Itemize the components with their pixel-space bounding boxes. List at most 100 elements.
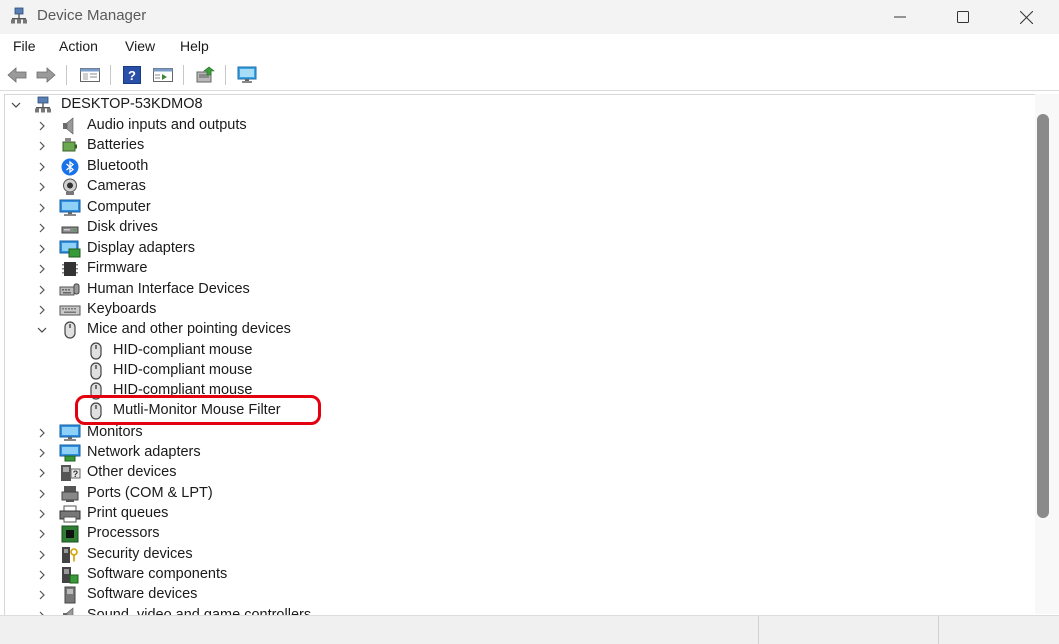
tree-category-security-devices[interactable]: Security devices — [5, 545, 1035, 565]
tree-category-other-devices[interactable]: ? Other devices — [5, 463, 1035, 483]
scan-hardware-button[interactable] — [236, 64, 258, 86]
tree-category-label: Print queues — [87, 505, 169, 521]
tree-category-mice[interactable]: Mice and other pointing devices — [5, 320, 1035, 340]
chevron-right-icon[interactable] — [37, 570, 47, 580]
software-component-icon — [62, 567, 79, 584]
chevron-right-icon[interactable] — [37, 141, 47, 151]
other-devices-icon: ? — [61, 465, 81, 481]
tree-category-label: Firmware — [87, 260, 148, 276]
forward-button[interactable] — [35, 64, 57, 86]
show-hide-console-tree-button[interactable] — [79, 64, 101, 86]
toolbar-separator — [110, 65, 111, 85]
firmware-icon — [62, 262, 78, 276]
console-tree-icon — [80, 68, 100, 82]
port-icon — [61, 486, 79, 502]
back-button[interactable] — [6, 64, 28, 86]
monitor-icon — [59, 424, 81, 441]
tree-category-computer[interactable]: Computer — [5, 198, 1035, 218]
tree-category-processors[interactable]: Processors — [5, 524, 1035, 544]
chevron-right-icon[interactable] — [37, 264, 47, 274]
highlight-box — [75, 395, 321, 425]
tree-device-hid-mouse-2[interactable]: HID-compliant mouse — [5, 361, 1035, 381]
tree-root-computer[interactable]: DESKTOP-53KDMO8 — [5, 95, 1035, 115]
tree-category-label: Computer — [87, 199, 151, 215]
keyboard-icon — [59, 305, 81, 316]
chevron-right-icon[interactable] — [37, 244, 47, 254]
tree-category-firmware[interactable]: Firmware — [5, 259, 1035, 279]
tree-category-network-adapters[interactable]: Network adapters — [5, 443, 1035, 463]
chevron-right-icon[interactable] — [37, 305, 47, 315]
scrollbar-thumb[interactable] — [1037, 114, 1049, 518]
bluetooth-icon — [61, 158, 79, 176]
window-title: Device Manager — [37, 7, 147, 24]
tree-category-cameras[interactable]: Cameras — [5, 177, 1035, 197]
processor-icon — [61, 525, 79, 543]
mouse-icon — [64, 321, 76, 339]
tree-category-print-queues[interactable]: Print queues — [5, 504, 1035, 524]
toolbar-separator — [225, 65, 226, 85]
device-manager-icon — [11, 7, 27, 24]
chevron-right-icon[interactable] — [37, 285, 47, 295]
tree-category-ports[interactable]: Ports (COM & LPT) — [5, 484, 1035, 504]
chevron-right-icon[interactable] — [37, 121, 47, 131]
minimize-button[interactable] — [877, 0, 923, 34]
computer-icon — [59, 199, 81, 216]
tree-category-label: Display adapters — [87, 240, 195, 256]
mouse-icon — [90, 362, 102, 380]
display-adapter-icon — [59, 240, 81, 258]
chevron-right-icon[interactable] — [37, 428, 47, 438]
properties-pane-icon — [153, 68, 173, 82]
tree-category-bluetooth[interactable]: Bluetooth — [5, 157, 1035, 177]
chevron-right-icon[interactable] — [37, 182, 47, 192]
chevron-right-icon[interactable] — [37, 590, 47, 600]
chevron-right-icon[interactable] — [37, 489, 47, 499]
tree-category-keyboards[interactable]: Keyboards — [5, 300, 1035, 320]
tree-category-software-components[interactable]: Software components — [5, 565, 1035, 585]
maximize-button[interactable] — [940, 0, 986, 34]
chevron-down-icon[interactable] — [11, 100, 21, 110]
tree-category-label: Bluetooth — [87, 158, 149, 174]
security-device-icon — [62, 547, 78, 563]
tree-category-label: Processors — [87, 525, 160, 541]
help-button[interactable]: ? — [121, 64, 143, 86]
chevron-right-icon[interactable] — [37, 223, 47, 233]
computer-tree-icon — [35, 96, 51, 113]
properties-button[interactable] — [152, 64, 174, 86]
back-arrow-icon — [7, 67, 27, 83]
tree-category-batteries[interactable]: Batteries — [5, 136, 1035, 156]
tree-category-label: Keyboards — [87, 301, 157, 317]
tree-category-monitors[interactable]: Monitors — [5, 423, 1035, 443]
menu-help[interactable]: Help — [180, 38, 209, 54]
tree-category-label: Security devices — [87, 546, 193, 562]
disk-drive-icon — [61, 226, 79, 234]
chevron-right-icon[interactable] — [37, 448, 47, 458]
tree-category-audio[interactable]: Audio inputs and outputs — [5, 116, 1035, 136]
tree-category-disk-drives[interactable]: Disk drives — [5, 218, 1035, 238]
chevron-right-icon[interactable] — [37, 550, 47, 560]
tree-category-display-adapters[interactable]: Display adapters — [5, 239, 1035, 259]
toolbar-separator — [66, 65, 67, 85]
tree-category-hid[interactable]: Human Interface Devices — [5, 280, 1035, 300]
status-divider — [938, 616, 939, 644]
tree-category-label: Ports (COM & LPT) — [87, 485, 213, 501]
status-divider — [758, 616, 759, 644]
chevron-right-icon[interactable] — [37, 203, 47, 213]
device-tree[interactable]: DESKTOP-53KDMO8 Audio inputs and outputs… — [4, 94, 1036, 616]
tree-category-software-devices[interactable]: Software devices — [5, 585, 1035, 605]
chevron-right-icon[interactable] — [37, 529, 47, 539]
chevron-right-icon[interactable] — [37, 509, 47, 519]
printer-icon — [59, 505, 81, 523]
chevron-right-icon[interactable] — [37, 162, 47, 172]
chevron-down-icon[interactable] — [37, 325, 47, 335]
menu-file[interactable]: File — [13, 38, 36, 54]
tree-category-label: Software components — [87, 566, 228, 582]
tree-device-hid-mouse-1[interactable]: HID-compliant mouse — [5, 341, 1035, 361]
update-driver-button[interactable] — [194, 64, 216, 86]
tree-category-label: Batteries — [87, 137, 145, 153]
menu-view[interactable]: View — [125, 38, 155, 54]
close-button[interactable] — [1003, 0, 1049, 34]
menu-action[interactable]: Action — [59, 38, 98, 54]
tree-category-label: Mice and other pointing devices — [87, 321, 291, 337]
chevron-right-icon[interactable] — [37, 468, 47, 478]
help-icon: ? — [123, 66, 141, 84]
